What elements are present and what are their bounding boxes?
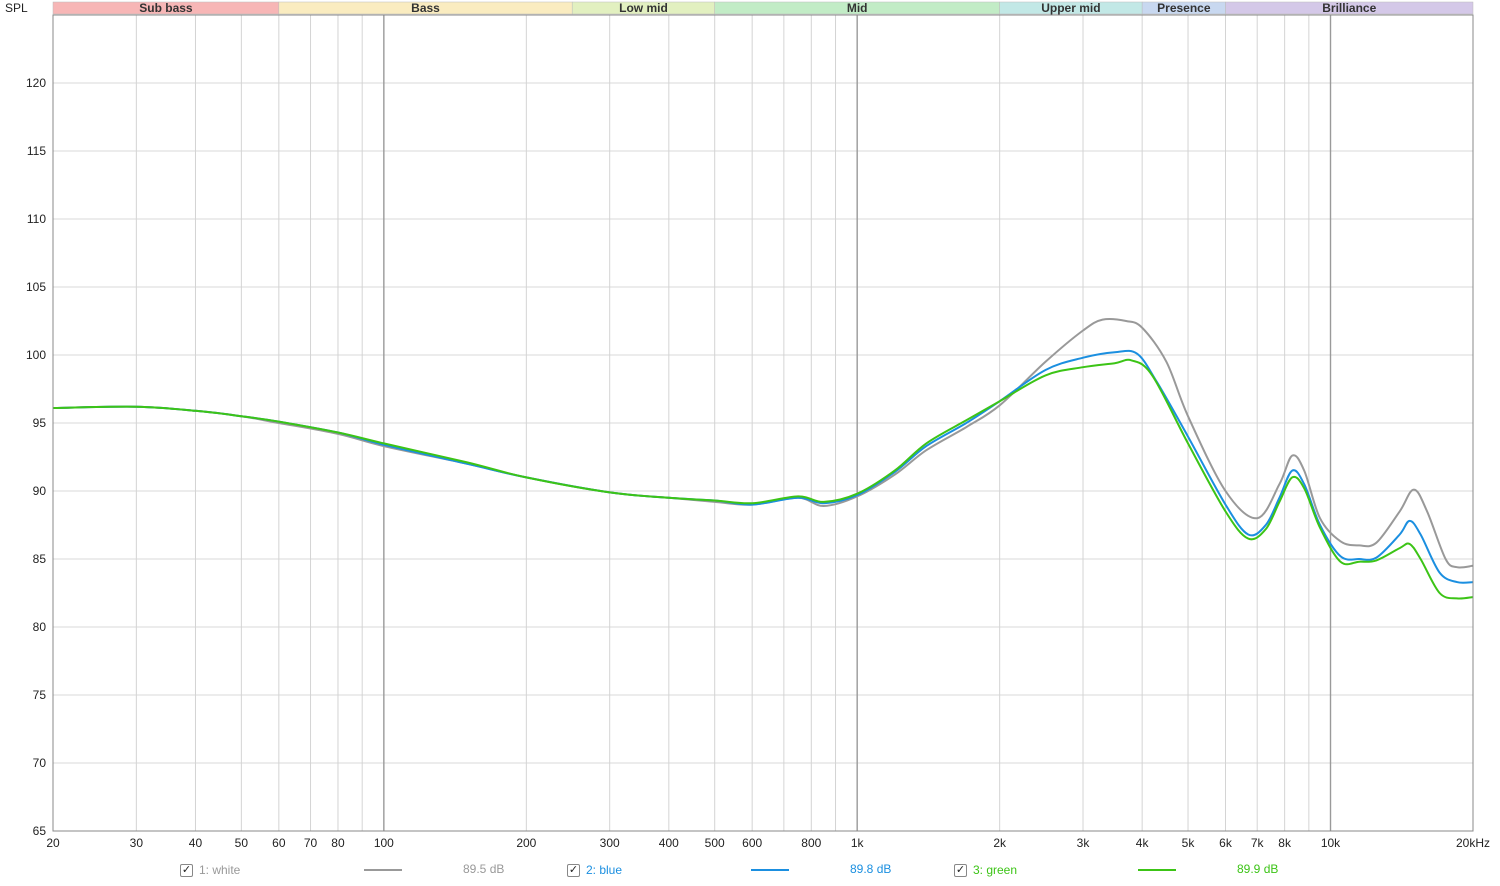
x-tick-label: 800 — [801, 836, 821, 850]
x-tick-label: 8k — [1278, 836, 1292, 850]
x-tick-label: 500 — [705, 836, 725, 850]
band-label-brilliance: Brilliance — [1322, 1, 1376, 15]
y-tick-label: 75 — [33, 688, 47, 702]
x-tick-label: 300 — [600, 836, 620, 850]
y-axis-ticks: 65 70 75 80 85 90 95 100 105 110 115 120 — [26, 76, 46, 838]
x-tick-label: 100 — [374, 836, 394, 850]
y-tick-label: 90 — [33, 484, 47, 498]
band-label-presence: Presence — [1157, 1, 1211, 15]
x-tick-label: 40 — [189, 836, 203, 850]
legend-label-white: 1: white — [199, 863, 241, 877]
legend-level-blue: 89.8 dB — [850, 862, 892, 876]
x-tick-label: 2k — [993, 836, 1007, 850]
x-tick-label: 5k — [1182, 836, 1196, 850]
x-tick-label: 400 — [659, 836, 679, 850]
frequency-response-chart: Sub bass Bass Low mid Mid Upper mid Presence B… — [5, 1, 1490, 850]
legend-item-blue[interactable]: ✓ 2: blue — [567, 860, 622, 880]
band-label-mid: Mid — [847, 1, 868, 15]
x-tick-label: 60 — [272, 836, 286, 850]
x-tick-label: 6k — [1219, 836, 1233, 850]
legend-item-green[interactable]: ✓ 3: green — [954, 860, 1017, 880]
legend-swatch-blue — [751, 869, 789, 871]
series-line-2 — [52, 349, 1474, 584]
legend-label-green: 3: green — [973, 863, 1018, 877]
x-tick-label: 200 — [516, 836, 536, 850]
y-axis-label: SPL — [5, 1, 28, 15]
legend-swatch-green — [1138, 869, 1176, 871]
y-tick-label: 120 — [26, 76, 46, 90]
y-tick-label: 95 — [33, 416, 47, 430]
x-tick-label: 50 — [235, 836, 249, 850]
series-line-3 — [52, 358, 1474, 600]
band-label-bass: Bass — [411, 1, 440, 15]
x-tick-label: 3k — [1077, 836, 1091, 850]
x-tick-label: 70 — [304, 836, 318, 850]
frequency-bands: Sub bass Bass Low mid Mid Upper mid Presence B… — [52, 1, 1474, 15]
checkbox-white[interactable]: ✓ — [180, 863, 193, 877]
series-lines — [52, 317, 1474, 600]
x-tick-label: 20kHz — [1456, 836, 1490, 850]
y-tick-label: 110 — [27, 212, 46, 226]
y-tick-label: 115 — [27, 144, 46, 158]
band-label-upper-mid: Upper mid — [1041, 1, 1100, 15]
checkbox-green[interactable]: ✓ — [954, 863, 967, 877]
y-tick-label: 85 — [33, 552, 47, 566]
y-tick-label: 65 — [33, 824, 47, 838]
legend-level-green: 89.9 dB — [1237, 862, 1279, 876]
band-label-sub-bass: Sub bass — [139, 1, 193, 15]
x-tick-label: 30 — [130, 836, 144, 850]
y-tick-label: 70 — [33, 756, 47, 770]
band-label-low-mid: Low mid — [619, 1, 668, 15]
legend-item-white[interactable]: ✓ 1: white — [180, 860, 240, 880]
x-tick-label: 1k — [851, 836, 865, 850]
checkbox-blue[interactable]: ✓ — [567, 863, 580, 877]
y-tick-label: 105 — [26, 280, 46, 294]
legend-level-white: 89.5 dB — [463, 862, 505, 876]
grid — [52, 15, 1474, 832]
x-tick-label: 80 — [331, 836, 345, 850]
y-tick-label: 100 — [26, 348, 46, 362]
y-tick-label: 80 — [33, 620, 47, 634]
x-tick-label: 600 — [742, 836, 762, 850]
x-axis-ticks: 20 30 40 50 60 70 80 100 200 300 400 500 600 800 1k 2k 3… — [46, 836, 1490, 850]
legend-swatch-white — [364, 869, 402, 871]
x-tick-label: 4k — [1136, 836, 1150, 850]
legend-label-blue: 2: blue — [586, 863, 623, 877]
x-tick-label: 10k — [1321, 836, 1341, 850]
x-tick-label: 20 — [46, 836, 60, 850]
x-tick-label: 7k — [1251, 836, 1265, 850]
